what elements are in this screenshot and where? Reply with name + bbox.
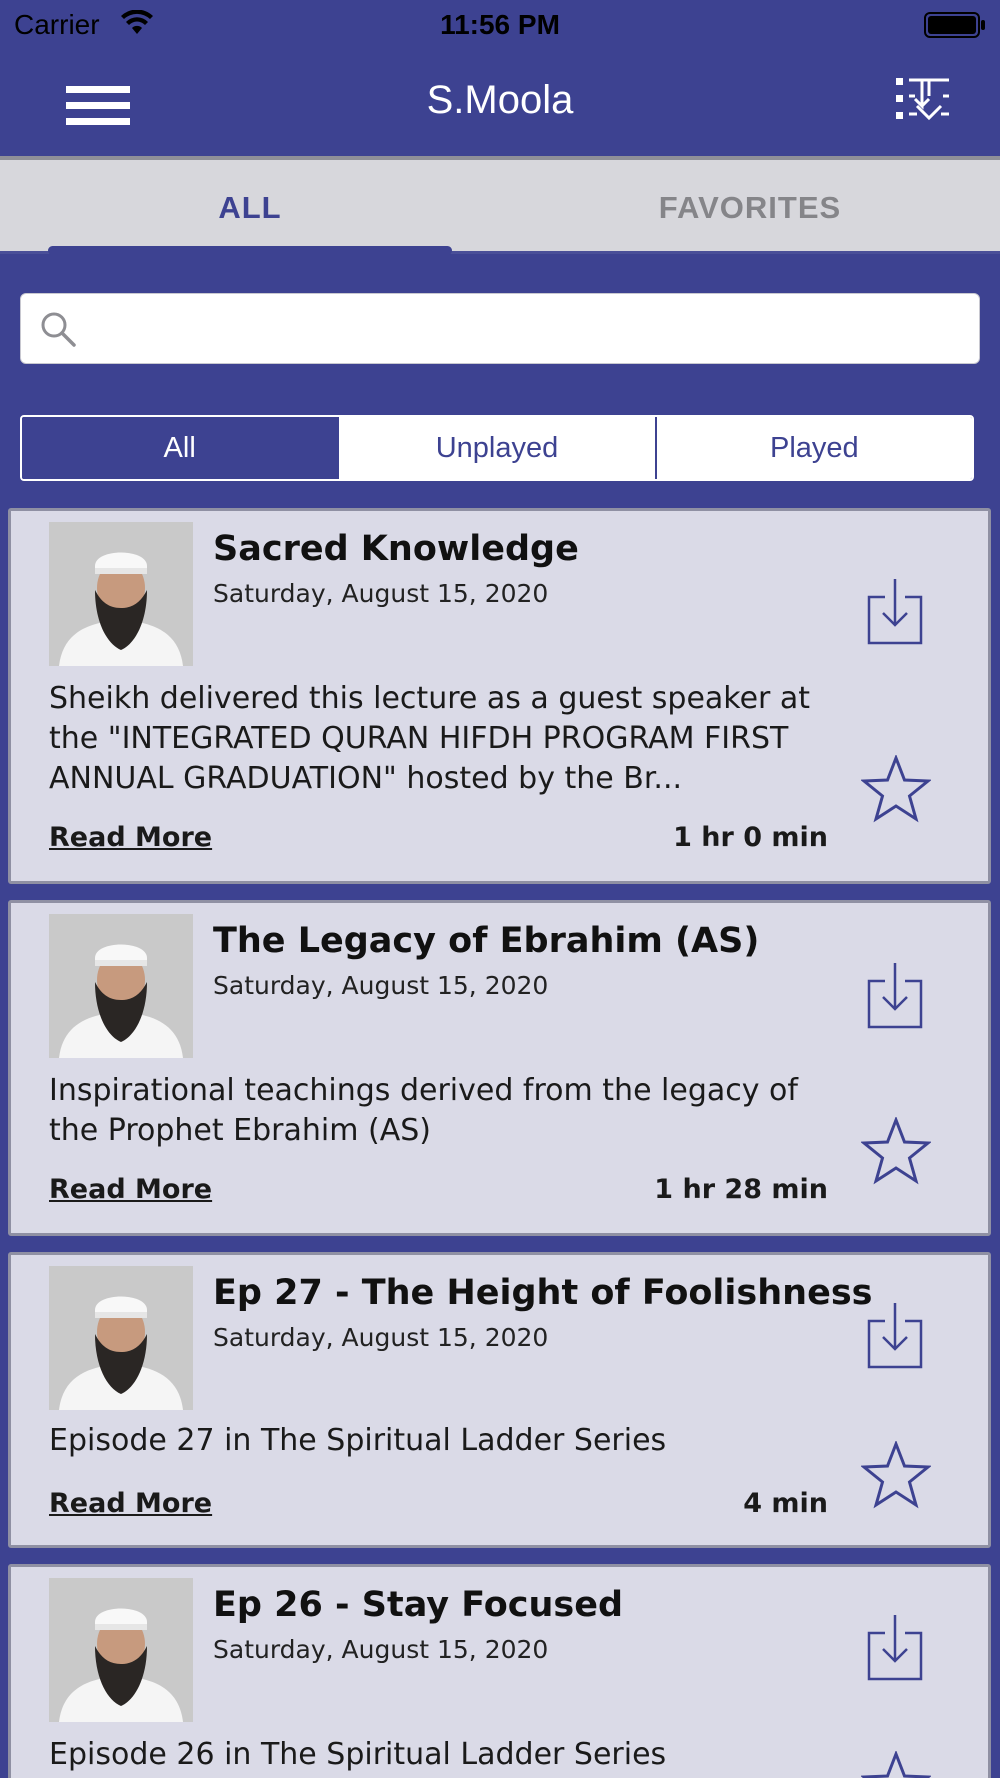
tab-all[interactable]: ALL <box>0 190 500 226</box>
search-input[interactable] <box>91 304 961 354</box>
episode-thumbnail <box>49 1578 193 1722</box>
search-field[interactable] <box>20 293 980 364</box>
episode-description: Sheikh delivered this lecture as a guest… <box>49 681 811 796</box>
filter-unplayed-segment[interactable]: Unplayed <box>337 417 655 479</box>
status-bar: Carrier 11:56 PM <box>0 0 1000 50</box>
episode-card[interactable]: Ep 27 - The Height of Foolishness Saturd… <box>8 1252 991 1548</box>
tab-favorites[interactable]: FAVORITES <box>500 190 1000 226</box>
episode-thumbnail <box>49 522 193 666</box>
navigation-bar: S.Moola <box>0 50 1000 154</box>
downloads-list-icon[interactable] <box>895 76 951 122</box>
episode-card[interactable]: Ep 26 - Stay Focused Saturday, August 15… <box>8 1564 991 1778</box>
favorite-star-icon[interactable] <box>861 1751 931 1778</box>
favorite-star-icon[interactable] <box>861 1117 931 1185</box>
filter-played-segment[interactable]: Played <box>654 417 972 479</box>
episode-date: Saturday, August 15, 2020 <box>213 1323 549 1352</box>
play-filter-segmented-control: All Unplayed Played <box>20 415 974 481</box>
read-more-link[interactable]: Read More <box>49 1174 212 1205</box>
download-icon[interactable] <box>865 1301 925 1371</box>
episode-duration: 4 min <box>743 1488 828 1519</box>
episode-duration: 1 hr 28 min <box>654 1174 828 1205</box>
download-icon[interactable] <box>865 961 925 1031</box>
episode-title: Ep 27 - The Height of Foolishness <box>213 1273 873 1313</box>
episode-description: Episode 26 in The Spiritual Ladder Serie… <box>49 1737 667 1772</box>
status-time: 11:56 PM <box>440 9 560 40</box>
favorite-star-icon[interactable] <box>861 755 931 823</box>
episode-description: Inspirational teachings derived from the… <box>49 1073 798 1148</box>
episode-date: Saturday, August 15, 2020 <box>213 1635 549 1664</box>
battery-icon <box>924 12 985 38</box>
tab-bar: ALL FAVORITES <box>0 156 1000 255</box>
episode-title: The Legacy of Ebrahim (AS) <box>213 921 760 961</box>
read-more-link[interactable]: Read More <box>49 822 212 853</box>
episode-description: Episode 27 in The Spiritual Ladder Serie… <box>49 1423 667 1458</box>
episode-thumbnail <box>49 914 193 1058</box>
episode-card[interactable]: Sacred Knowledge Saturday, August 15, 20… <box>8 508 991 884</box>
download-icon[interactable] <box>865 1613 925 1683</box>
search-icon <box>41 312 76 347</box>
episode-duration: 1 hr 0 min <box>673 822 828 853</box>
episode-card[interactable]: The Legacy of Ebrahim (AS) Saturday, Aug… <box>8 900 991 1236</box>
episode-date: Saturday, August 15, 2020 <box>213 971 549 1000</box>
page-title: S.Moola <box>426 78 574 122</box>
favorite-star-icon[interactable] <box>861 1441 931 1509</box>
episode-title: Sacred Knowledge <box>213 529 579 569</box>
episode-title: Ep 26 - Stay Focused <box>213 1585 624 1625</box>
active-tab-indicator <box>48 246 452 255</box>
filter-all-segment[interactable]: All <box>22 417 338 479</box>
episode-date: Saturday, August 15, 2020 <box>213 579 549 608</box>
download-icon[interactable] <box>865 577 925 647</box>
read-more-link[interactable]: Read More <box>49 1488 212 1519</box>
episode-thumbnail <box>49 1266 193 1410</box>
